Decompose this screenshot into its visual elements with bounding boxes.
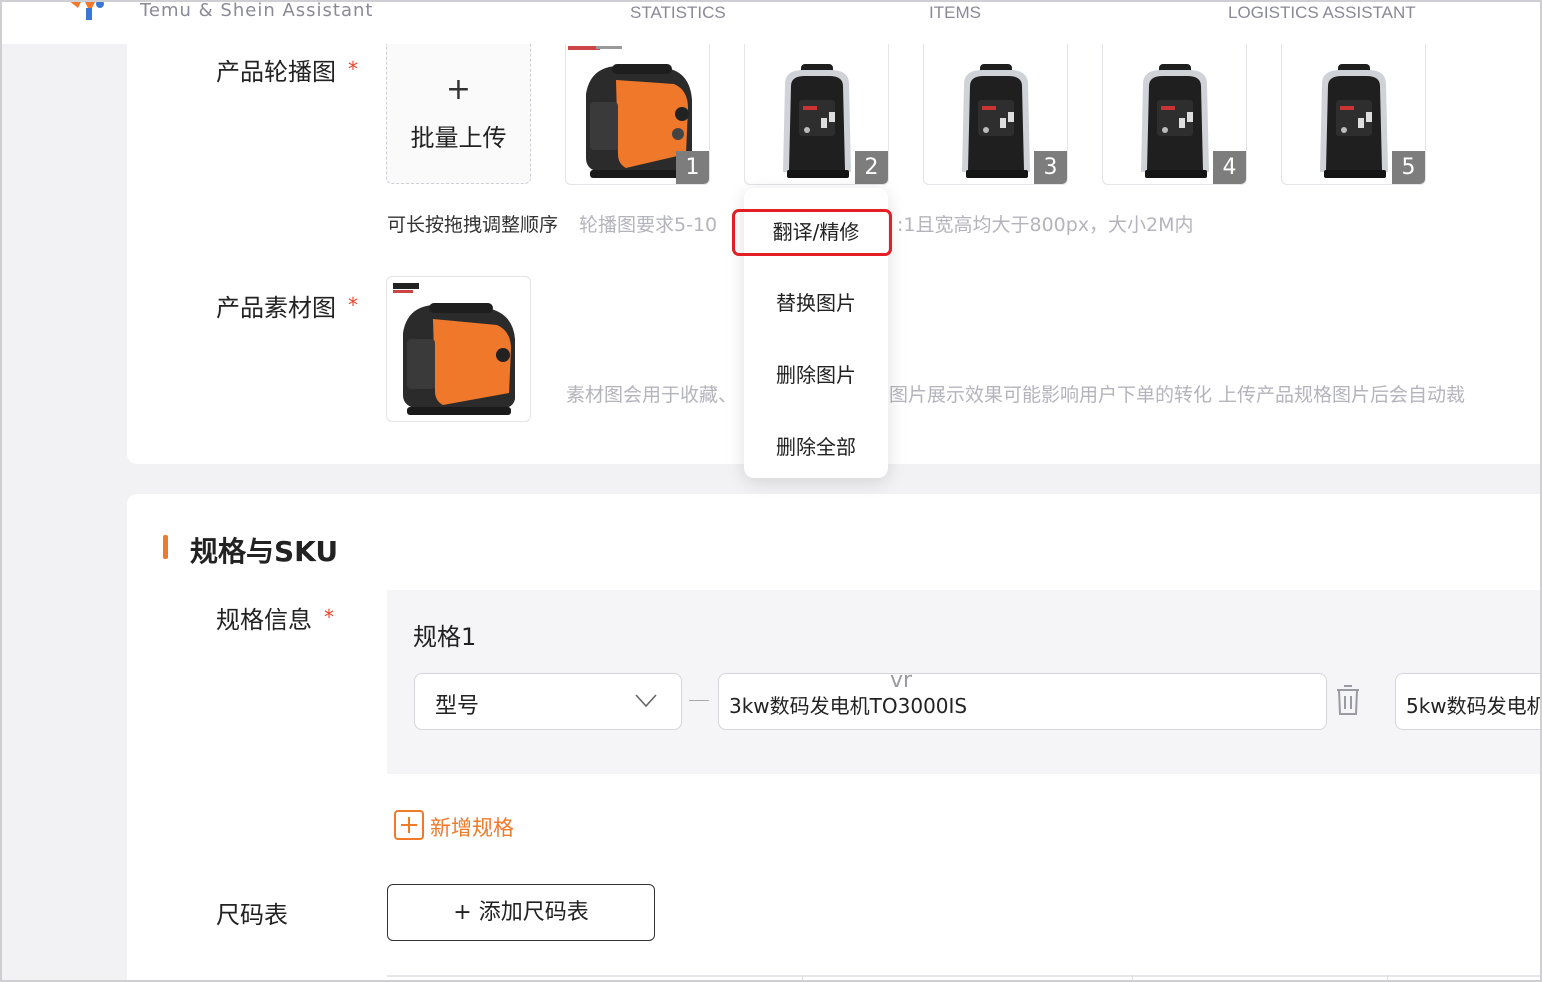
table-header-edge <box>387 975 1542 981</box>
ime-hint: vr <box>890 668 913 693</box>
brand-logo-icon <box>68 0 104 20</box>
highlight-annotation-box <box>732 209 892 256</box>
add-spec-button[interactable]: 新增规格 <box>430 812 514 842</box>
material-image[interactable] <box>386 276 531 422</box>
spec-type-value: 型号 <box>435 694 480 719</box>
nav-link-logistics-assistant[interactable]: LOGISTICS ASSISTANT <box>1228 3 1416 23</box>
section-title: 规格与SKU <box>190 535 339 568</box>
spec-type-select[interactable]: 型号 <box>414 673 682 730</box>
spec-value-text: 3kw数码发电机TO3000IS <box>729 694 968 718</box>
carousel-requirement-hint-continued: :1且宽高均大于800px，大小2M内 <box>897 214 1194 236</box>
separator-dash <box>689 700 709 701</box>
carousel-thumbnail[interactable]: 3 <box>923 44 1068 185</box>
add-square-icon[interactable] <box>394 810 424 840</box>
carousel-thumbnail[interactable]: 4 <box>1102 44 1247 185</box>
orange-generator-image <box>393 283 515 415</box>
spec-value-input[interactable]: 5kw数码发电机 <box>1395 673 1542 730</box>
material-hint-continued: 图片展示效果可能影响用户下单的转化 上传产品规格图片后会自动裁 <box>889 384 1466 406</box>
batch-upload-label: 批量上传 <box>410 124 507 152</box>
thumbnail-index-badge: 4 <box>1213 151 1246 184</box>
size-chart-label: 尺码表 <box>216 901 288 929</box>
top-nav: Temu & Shein Assistant STATISTICS ITEMS … <box>0 0 1542 44</box>
thumbnail-index-badge: 3 <box>1034 151 1067 184</box>
spec-value-input[interactable]: 3kw数码发电机TO3000IS <box>718 673 1327 730</box>
menu-item-replace-image[interactable]: 替换图片 <box>744 287 888 316</box>
batch-upload-button[interactable]: + 批量上传 <box>386 44 531 184</box>
thumbnail-index-badge: 2 <box>855 151 888 184</box>
thumbnail-index-badge: 1 <box>676 151 709 184</box>
nav-link-items[interactable]: ITEMS <box>929 3 981 23</box>
drag-hint: 可长按拖拽调整顺序 <box>387 214 559 236</box>
spec-name: 规格1 <box>413 623 477 651</box>
carousel-thumbnail[interactable]: 2 <box>744 44 889 185</box>
brand-name: Temu & Shein Assistant <box>140 0 374 21</box>
material-label: 产品素材图 * <box>216 293 358 322</box>
carousel-label: 产品轮播图 * <box>216 57 358 86</box>
menu-item-delete-image[interactable]: 删除图片 <box>744 359 888 388</box>
material-hint: 素材图会用于收藏、 <box>566 384 738 406</box>
nav-link-statistics[interactable]: STATISTICS <box>630 3 726 23</box>
plus-icon: + <box>445 72 472 107</box>
spec-value-text: 5kw数码发电机 <box>1406 694 1542 718</box>
section-accent-bar <box>163 535 168 559</box>
spec-info-label: 规格信息 * <box>216 605 334 634</box>
chevron-down-icon <box>635 694 657 708</box>
carousel-thumbnail[interactable]: 5 <box>1281 44 1426 185</box>
carousel-requirement-hint: 轮播图要求5-10 <box>579 214 718 236</box>
thumbnail-index-badge: 5 <box>1392 151 1425 184</box>
menu-item-delete-all[interactable]: 删除全部 <box>744 431 888 460</box>
carousel-thumbnail[interactable]: 1 <box>565 44 710 185</box>
add-size-chart-button[interactable]: + 添加尺码表 <box>387 884 655 941</box>
trash-icon[interactable] <box>1335 684 1361 716</box>
